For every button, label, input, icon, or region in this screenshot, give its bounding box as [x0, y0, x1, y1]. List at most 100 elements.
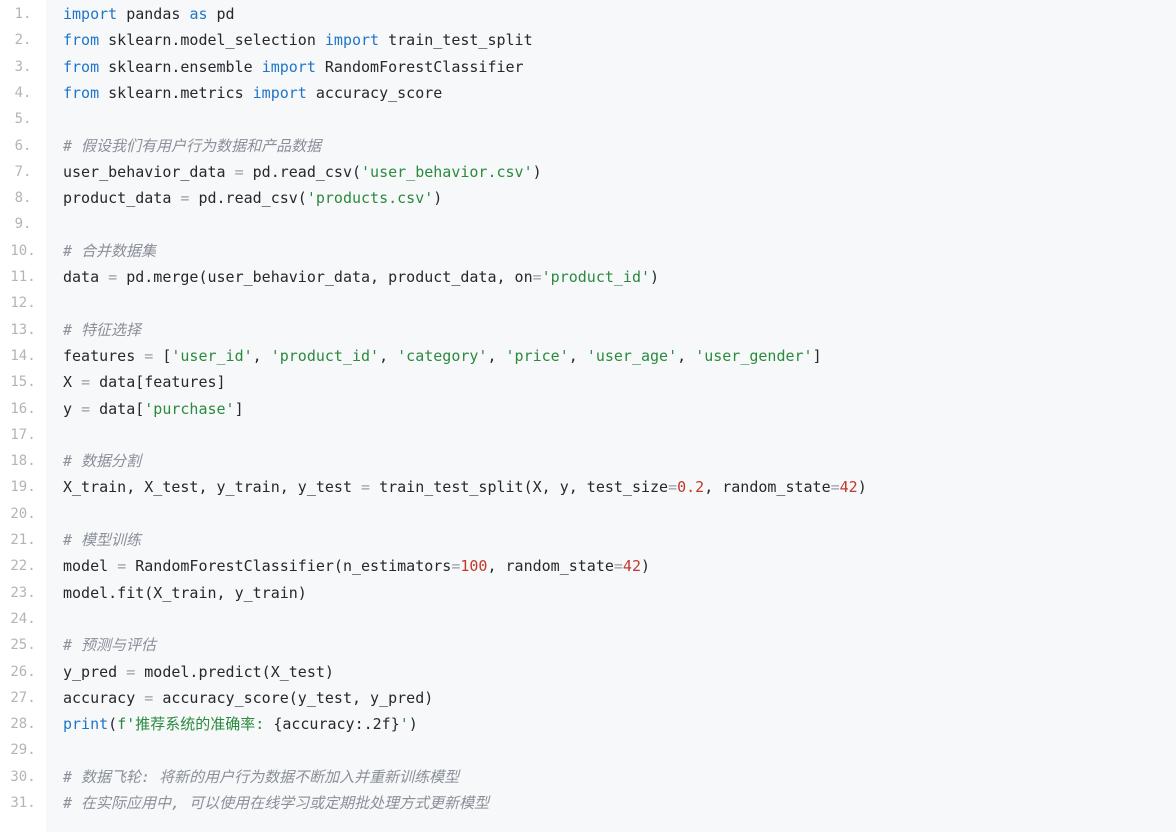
code-line[interactable]: data = pd.merge(user_behavior_data, prod…: [63, 264, 659, 290]
operator-token: =: [613, 557, 623, 575]
code-line[interactable]: y_pred = model.predict(X_test): [63, 659, 334, 685]
operator-token: =: [144, 689, 154, 707]
comment-token: # 假设我们有用户行为数据和产品数据: [63, 137, 322, 155]
code-token: ): [650, 268, 660, 286]
code-line[interactable]: # 数据飞轮: 将新的用户行为数据不断加入并重新训练模型: [63, 764, 459, 790]
code-token: , random_state: [704, 478, 831, 496]
code-line[interactable]: product_data = pd.read_csv('products.csv…: [63, 185, 442, 211]
code-token: train_test_split(X, y, test_size: [370, 478, 669, 496]
code-line[interactable]: # 假设我们有用户行为数据和产品数据: [63, 133, 321, 159]
line-number-gutter: 1. 2. 3. 4. 5. 6. 7. 8. 9. 10. 11. 12. 13. 14. 15. 16. 1…: [0, 0, 46, 832]
code-token: model.predict(X_test): [135, 663, 334, 681]
code-line[interactable]: from sklearn.metrics import accuracy_sco…: [63, 80, 442, 106]
code-line[interactable]: X = data[features]: [63, 369, 226, 395]
operator-token: =: [126, 663, 136, 681]
keyword-token: from: [63, 58, 100, 76]
code-line[interactable]: # 预测与评估: [63, 632, 156, 658]
code-token: sklearn.ensemble: [99, 58, 262, 76]
operator-token: =: [451, 557, 461, 575]
line-number: 26.: [10, 664, 36, 680]
code-token: accuracy: [63, 689, 145, 707]
string-token: f'推荐系统的准确率:: [117, 715, 274, 733]
string-token: 'purchase': [144, 400, 235, 418]
line-number: 6.: [14, 138, 32, 154]
code-token: sklearn.metrics: [99, 84, 253, 102]
keyword-token: print: [63, 715, 109, 733]
code-token: , random_state: [487, 557, 614, 575]
code-line[interactable]: # 在实际应用中, 可以使用在线学习或定期批处理方式更新模型: [63, 790, 489, 816]
code-line[interactable]: accuracy = accuracy_score(y_test, y_pred…: [63, 685, 433, 711]
keyword-token: from: [63, 31, 100, 49]
code-area[interactable]: import pandas as pd from sklearn.model_se…: [46, 0, 1176, 832]
keyword-token: import: [252, 84, 307, 102]
code-token: user_behavior_data: [63, 163, 235, 181]
code-token: (: [108, 715, 118, 733]
code-line[interactable]: user_behavior_data = pd.read_csv('user_b…: [63, 159, 542, 185]
line-number: 10.: [10, 243, 36, 259]
code-token: ,: [677, 347, 696, 365]
code-line[interactable]: from sklearn.ensemble import RandomFores…: [63, 54, 524, 80]
line-number: 29.: [10, 742, 36, 758]
line-number: 25.: [10, 637, 36, 653]
code-line[interactable]: features = ['user_id', 'product_id', 'ca…: [63, 343, 822, 369]
code-line[interactable]: X_train, X_test, y_train, y_test = train…: [63, 474, 867, 500]
code-token: ): [857, 478, 867, 496]
code-token: y_pred: [63, 663, 127, 681]
code-token: ,: [487, 347, 506, 365]
operator-token: =: [144, 347, 154, 365]
code-line[interactable]: # 模型训练: [63, 527, 141, 553]
code-line[interactable]: model = RandomForestClassifier(n_estimat…: [63, 553, 650, 579]
line-number: 17.: [10, 427, 36, 443]
code-line[interactable]: # 合并数据集: [63, 238, 156, 264]
operator-token: =: [668, 478, 678, 496]
code-token: train_test_split: [379, 31, 533, 49]
line-number: 27.: [10, 690, 36, 706]
code-token: product_data: [63, 189, 181, 207]
code-token: {accuracy:.2f}: [273, 715, 400, 733]
code-token: ,: [252, 347, 271, 365]
line-number: 7.: [14, 164, 32, 180]
code-line[interactable]: y = data['purchase']: [63, 396, 244, 422]
operator-token: =: [81, 373, 91, 391]
keyword-token: as: [189, 5, 208, 23]
line-number: 18.: [10, 453, 36, 469]
code-token: ): [640, 557, 651, 575]
line-number: 24.: [10, 611, 36, 627]
line-number: 8.: [14, 190, 32, 206]
line-number: 23.: [10, 585, 36, 601]
keyword-token: from: [63, 84, 100, 102]
code-token: data[: [90, 400, 145, 418]
code-token: model: [63, 557, 118, 575]
code-token: RandomForestClassifier(n_estimators: [126, 557, 452, 575]
code-token: ): [433, 189, 443, 207]
keyword-token: import: [261, 58, 316, 76]
code-token: accuracy_score(y_test, y_pred): [153, 689, 434, 707]
code-token: pd: [207, 5, 235, 23]
comment-token: # 数据分割: [63, 452, 142, 470]
string-token: ': [399, 715, 409, 733]
operator-token: =: [361, 478, 371, 496]
number-token: 100: [460, 557, 488, 575]
operator-token: =: [234, 163, 244, 181]
code-token: sklearn.model_selection: [99, 31, 325, 49]
code-line[interactable]: # 特征选择: [63, 317, 141, 343]
code-token: pd.read_csv(: [243, 163, 362, 181]
code-line[interactable]: # 数据分割: [63, 448, 141, 474]
string-token: 'user_id': [171, 347, 253, 365]
code-line[interactable]: print(f'推荐系统的准确率: {accuracy:.2f}'): [63, 711, 418, 737]
line-number: 31.: [10, 795, 36, 811]
string-token: 'user_behavior.csv': [361, 163, 533, 181]
code-line[interactable]: import pandas as pd: [63, 1, 235, 27]
line-number: 14.: [10, 348, 36, 364]
keyword-token: import: [63, 5, 118, 23]
code-token: ]: [234, 400, 244, 418]
code-token: pd.read_csv(: [189, 189, 307, 207]
code-token: data[features]: [90, 373, 226, 391]
code-token: pd.merge(user_behavior_data, product_dat…: [117, 268, 533, 286]
comment-token: # 合并数据集: [63, 242, 157, 260]
code-token: ): [408, 715, 418, 733]
string-token: 'product_id': [270, 347, 380, 365]
number-token: 42: [622, 557, 641, 575]
code-line[interactable]: model.fit(X_train, y_train): [63, 580, 307, 606]
code-line[interactable]: from sklearn.model_selection import trai…: [63, 27, 533, 53]
